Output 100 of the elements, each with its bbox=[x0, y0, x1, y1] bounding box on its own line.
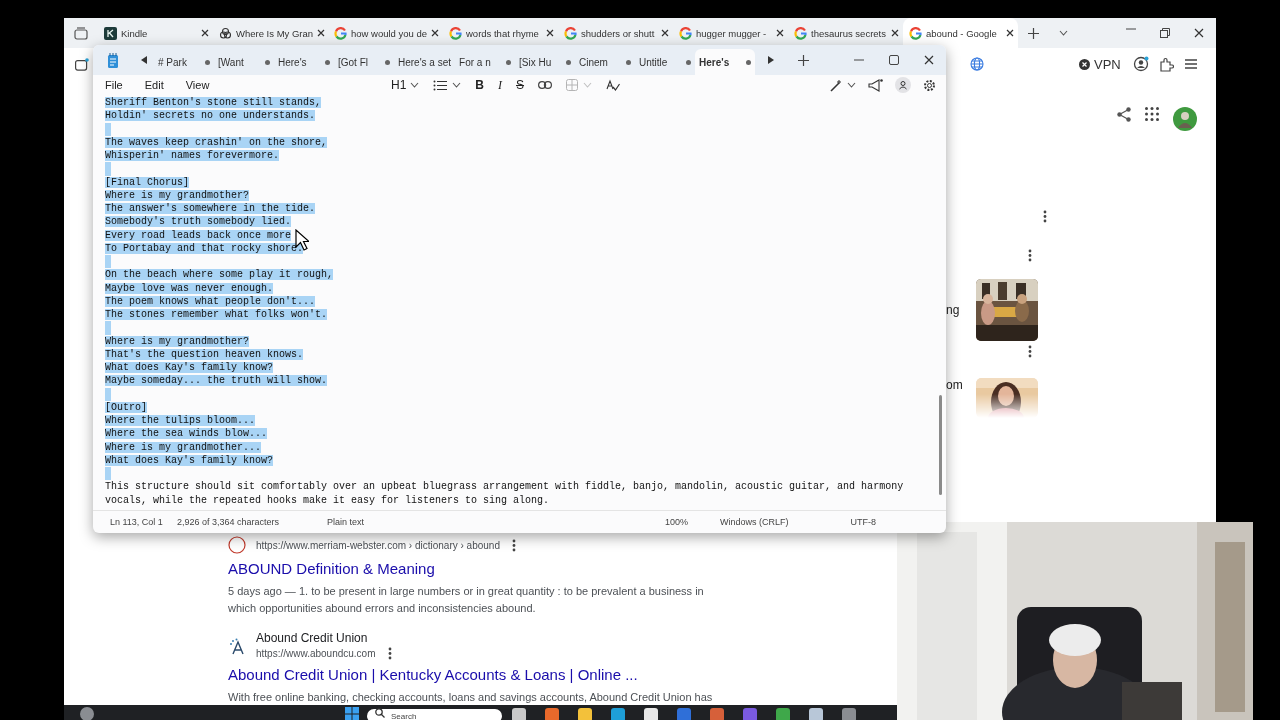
browser-tab[interactable]: Where Is My Gran bbox=[213, 18, 328, 48]
format-button[interactable]: S bbox=[516, 78, 525, 92]
chevron-down-icon[interactable] bbox=[410, 82, 420, 88]
maximize-icon[interactable] bbox=[888, 55, 899, 65]
chevron-down-icon[interactable] bbox=[847, 82, 856, 88]
plus-icon[interactable] bbox=[1027, 27, 1039, 39]
document-tab[interactable]: Here's bbox=[274, 49, 334, 75]
dotted-logo-icon bbox=[228, 636, 246, 655]
close-icon[interactable] bbox=[546, 29, 554, 37]
result-snippet: which opportunities abound errors and inconsistencies abound. bbox=[228, 601, 537, 616]
result-title-link[interactable]: ABOUND Definition & Meaning bbox=[228, 560, 435, 577]
result-title-fragment: ng bbox=[946, 303, 961, 317]
search-field[interactable]: Search bbox=[367, 709, 502, 720]
ring-icon bbox=[564, 26, 577, 40]
menu-item[interactable]: Edit bbox=[144, 79, 164, 91]
window-icon[interactable] bbox=[75, 57, 89, 71]
apps-grid-icon[interactable] bbox=[1145, 107, 1159, 121]
table-icon bbox=[566, 79, 579, 91]
close-circle-icon bbox=[1079, 58, 1090, 70]
menu-item[interactable]: View bbox=[185, 79, 210, 91]
heading-button[interactable]: H1 bbox=[391, 78, 420, 92]
document-tab[interactable]: # Park bbox=[154, 49, 214, 75]
more-icon[interactable] bbox=[387, 647, 392, 660]
ring-icon bbox=[679, 26, 692, 40]
avatar-icon[interactable] bbox=[1173, 107, 1197, 131]
spellcheck-icon[interactable] bbox=[606, 79, 621, 91]
document-tab[interactable]: Untitle bbox=[635, 49, 696, 75]
selection-highlight bbox=[105, 255, 111, 269]
close-icon[interactable] bbox=[1006, 29, 1014, 37]
profile-icon[interactable] bbox=[1132, 56, 1149, 72]
text-line: vocals, while the repeated hooks make it easy for listeners to sing along. bbox=[105, 494, 550, 506]
document-tab[interactable]: Here's bbox=[695, 49, 756, 75]
globe-icon[interactable] bbox=[970, 57, 984, 71]
puzzle-icon[interactable] bbox=[1158, 56, 1174, 72]
document-tab[interactable]: Here's a set bbox=[394, 49, 456, 75]
more-icon[interactable] bbox=[1028, 345, 1032, 358]
close-icon[interactable] bbox=[431, 29, 440, 37]
menu-item[interactable]: File bbox=[105, 79, 123, 91]
chevron-down-icon[interactable] bbox=[452, 82, 462, 88]
result-snippet: With free online banking, checking accounts, loans and savings accounts, Abound Credit Union has bbox=[228, 690, 714, 705]
encoding: UTF-8 bbox=[850, 517, 876, 527]
selection-highlight bbox=[105, 321, 111, 335]
format-button[interactable]: I bbox=[498, 77, 502, 93]
close-icon[interactable] bbox=[1194, 28, 1204, 38]
ring-icon bbox=[794, 26, 807, 40]
result-url: https://www.aboundcu.com bbox=[256, 648, 376, 659]
restore-icon[interactable] bbox=[1160, 28, 1170, 38]
selection-highlight bbox=[105, 387, 111, 401]
scrollbar-thumb[interactable] bbox=[939, 395, 942, 495]
site-name: Abound Credit Union bbox=[256, 631, 369, 645]
ring-icon bbox=[449, 26, 462, 40]
settings-icon[interactable] bbox=[923, 78, 936, 92]
browser-tab[interactable]: hugger mugger - bbox=[673, 18, 788, 48]
start-icon[interactable] bbox=[345, 707, 359, 720]
ring-icon bbox=[909, 26, 922, 40]
widget-icon[interactable] bbox=[80, 707, 94, 720]
close-icon[interactable] bbox=[661, 29, 669, 37]
link-icon[interactable] bbox=[538, 81, 553, 89]
share-icon[interactable] bbox=[1117, 107, 1131, 122]
megaphone-icon[interactable] bbox=[868, 78, 883, 92]
document-tab[interactable]: [Six Hu bbox=[515, 49, 576, 75]
menu-icon[interactable] bbox=[1183, 58, 1198, 70]
scroll-left-icon[interactable] bbox=[140, 56, 147, 64]
document-tab[interactable]: [Got Fl bbox=[334, 49, 394, 75]
browser-tab[interactable]: words that rhyme bbox=[443, 18, 558, 48]
book-icon bbox=[104, 26, 117, 40]
line-endings: Windows (CRLF) bbox=[720, 517, 789, 527]
search-icon bbox=[375, 708, 385, 718]
close-icon[interactable] bbox=[201, 29, 209, 37]
browser-tab[interactable]: shudders or shutt bbox=[558, 18, 673, 48]
notepad-icon bbox=[107, 52, 119, 68]
result-title-link[interactable]: Abound Credit Union | Kentucky Accounts & Loans | Online ... bbox=[228, 666, 638, 683]
browser-tab[interactable]: abound - Google bbox=[903, 18, 1018, 48]
close-icon[interactable] bbox=[891, 29, 899, 37]
pen-sparkle-icon[interactable] bbox=[829, 78, 842, 92]
list-icon[interactable] bbox=[433, 79, 448, 91]
text-line: This structure should sit comfortably over an upbeat bluegrass arrangement with fiddle, banjo, mandolin, acoustic guitar, and harmony bbox=[105, 481, 904, 493]
more-icon[interactable] bbox=[1028, 249, 1032, 262]
close-icon[interactable] bbox=[776, 29, 784, 37]
scroll-right-icon[interactable] bbox=[768, 56, 775, 64]
document-tab[interactable]: [Want bbox=[214, 49, 274, 75]
cursor-position: Ln 113, Col 1 bbox=[110, 517, 163, 527]
plus-icon[interactable] bbox=[797, 54, 809, 66]
selection-highlight bbox=[105, 122, 111, 136]
browser-tab[interactable]: how would you de bbox=[328, 18, 443, 48]
account-icon[interactable] bbox=[895, 77, 911, 93]
circle-logo-icon bbox=[228, 536, 246, 554]
format-button[interactable]: B bbox=[475, 78, 484, 92]
more-icon[interactable] bbox=[512, 538, 516, 552]
more-icon[interactable] bbox=[1043, 210, 1047, 223]
close-icon[interactable] bbox=[923, 55, 934, 65]
vpn-button[interactable]: VPN bbox=[1079, 56, 1121, 72]
browser-tab[interactable]: thesaurus secrets bbox=[788, 18, 903, 48]
document-tab[interactable]: Cinem bbox=[575, 49, 636, 75]
selection-highlight bbox=[105, 162, 111, 176]
selection-highlight bbox=[105, 467, 111, 481]
tab-list-icon[interactable] bbox=[74, 26, 88, 40]
document-tab[interactable]: For a n bbox=[455, 49, 516, 75]
chevron-down-icon[interactable] bbox=[1058, 30, 1068, 36]
close-icon[interactable] bbox=[317, 29, 326, 37]
